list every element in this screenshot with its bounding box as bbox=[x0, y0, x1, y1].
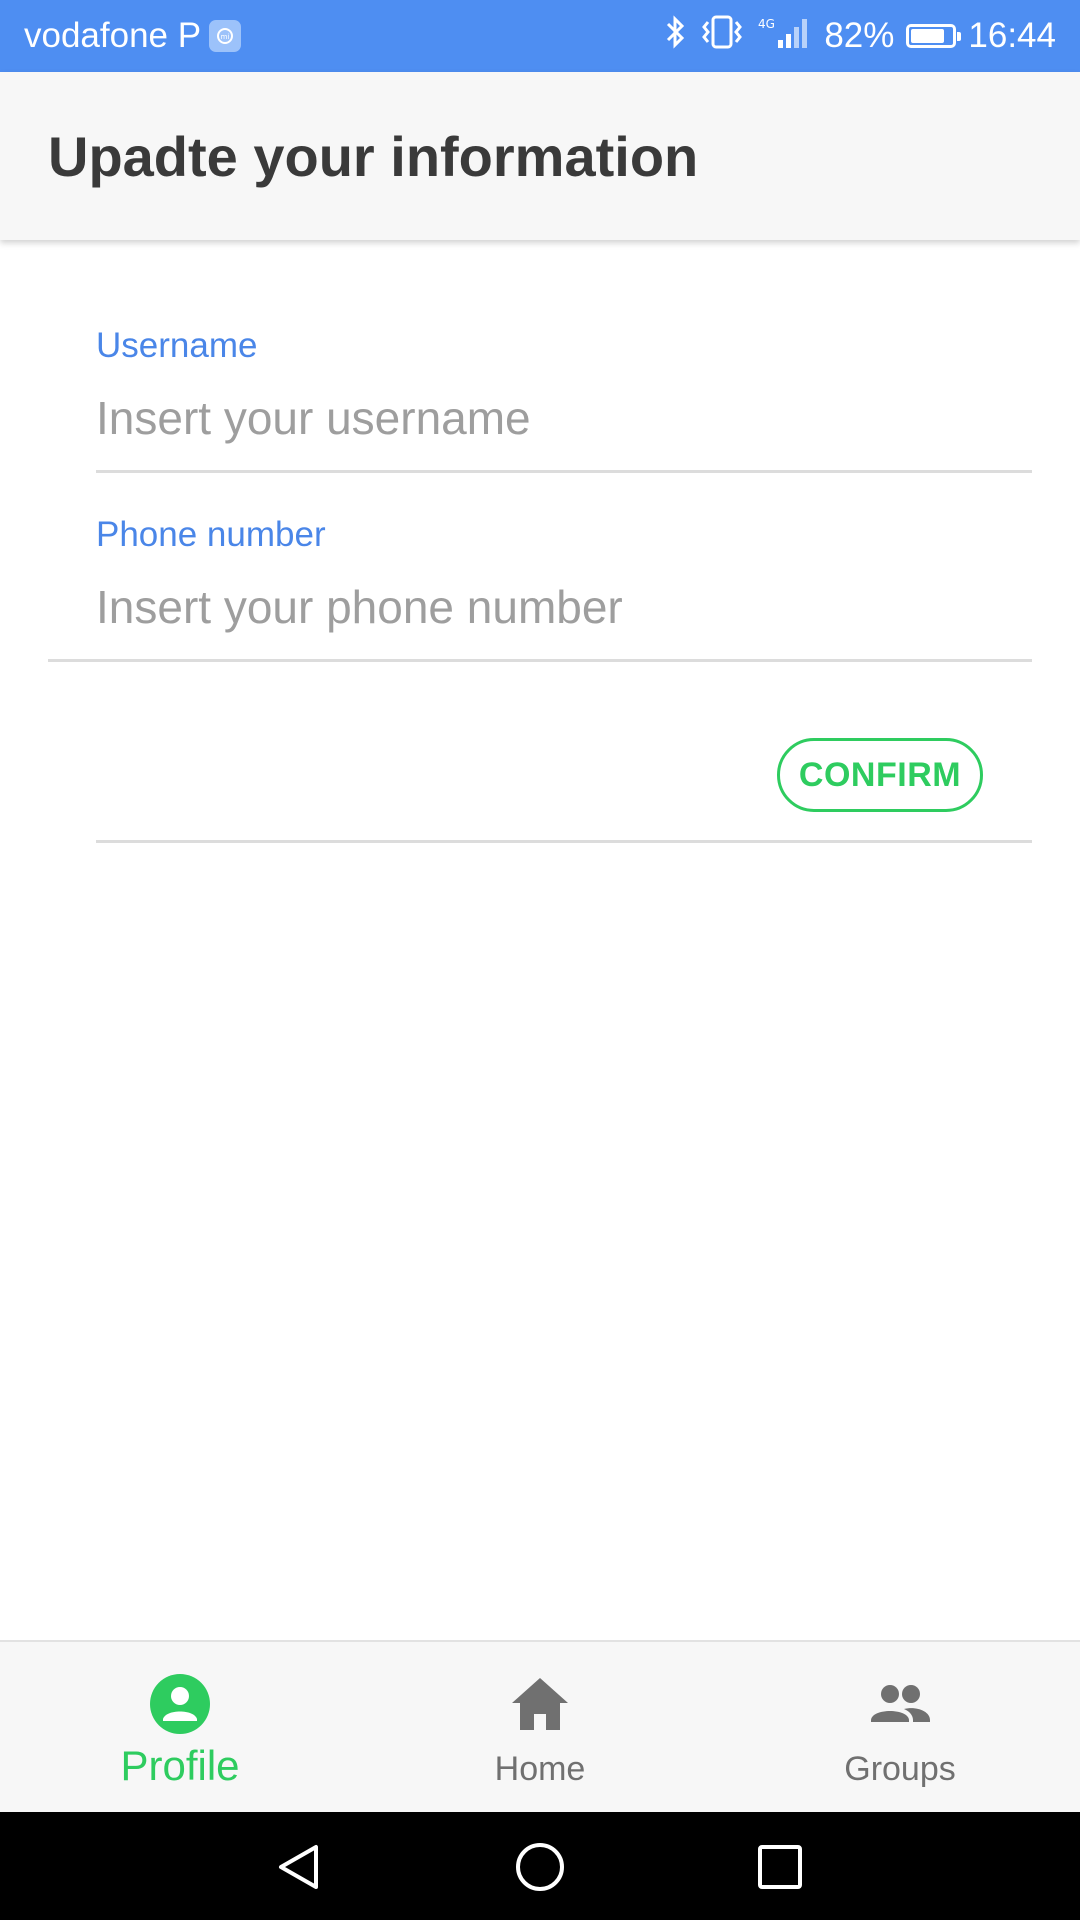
carrier-name: vodafone P bbox=[24, 16, 202, 55]
phone-underline bbox=[48, 659, 1032, 662]
status-bar: vodafone P mi 4G 82% 16:44 bbox=[0, 0, 1080, 72]
vibrate-icon bbox=[700, 14, 744, 59]
screen: vodafone P mi 4G 82% 16:44 Upadte your i… bbox=[0, 0, 1080, 1920]
status-left: vodafone P mi bbox=[24, 16, 242, 56]
system-nav-bar bbox=[0, 1812, 1080, 1920]
app-header: Upadte your information bbox=[0, 72, 1080, 240]
svg-text:mi: mi bbox=[221, 33, 230, 41]
clock: 16:44 bbox=[968, 16, 1056, 55]
bluetooth-icon bbox=[664, 14, 688, 59]
battery-fill bbox=[911, 29, 945, 43]
username-underline bbox=[96, 470, 1032, 473]
nav-item-groups[interactable]: Groups bbox=[720, 1642, 1080, 1814]
nav-item-home[interactable]: Home bbox=[360, 1642, 720, 1814]
battery-icon bbox=[906, 24, 962, 48]
home-icon bbox=[512, 1678, 568, 1730]
username-label: Username bbox=[96, 326, 258, 365]
phone-input[interactable] bbox=[96, 572, 1032, 642]
bottom-nav: Profile Home Groups bbox=[0, 1640, 1080, 1814]
phone-label: Phone number bbox=[96, 515, 326, 554]
battery-percent: 82% bbox=[824, 16, 895, 55]
recents-icon[interactable] bbox=[755, 1842, 805, 1892]
account-circle-icon bbox=[150, 1674, 210, 1734]
status-right: 4G 82% 16:44 bbox=[664, 14, 1056, 59]
groups-icon bbox=[871, 1685, 930, 1722]
nav-label-home: Home bbox=[494, 1750, 586, 1788]
page-title: Upadte your information bbox=[48, 124, 699, 188]
nav-label-groups: Groups bbox=[844, 1750, 956, 1788]
network-type: 4G bbox=[758, 17, 775, 31]
back-icon[interactable] bbox=[275, 1842, 325, 1892]
mi-icon: mi bbox=[209, 20, 242, 52]
signal-icon: 4G bbox=[756, 14, 812, 59]
nav-label-profile: Profile bbox=[120, 1742, 240, 1789]
form-divider bbox=[96, 840, 1032, 843]
username-input[interactable] bbox=[96, 383, 1032, 453]
nav-item-profile[interactable]: Profile bbox=[0, 1642, 360, 1814]
home-circle-icon[interactable] bbox=[515, 1842, 565, 1892]
confirm-button[interactable]: CONFIRM bbox=[777, 738, 983, 812]
